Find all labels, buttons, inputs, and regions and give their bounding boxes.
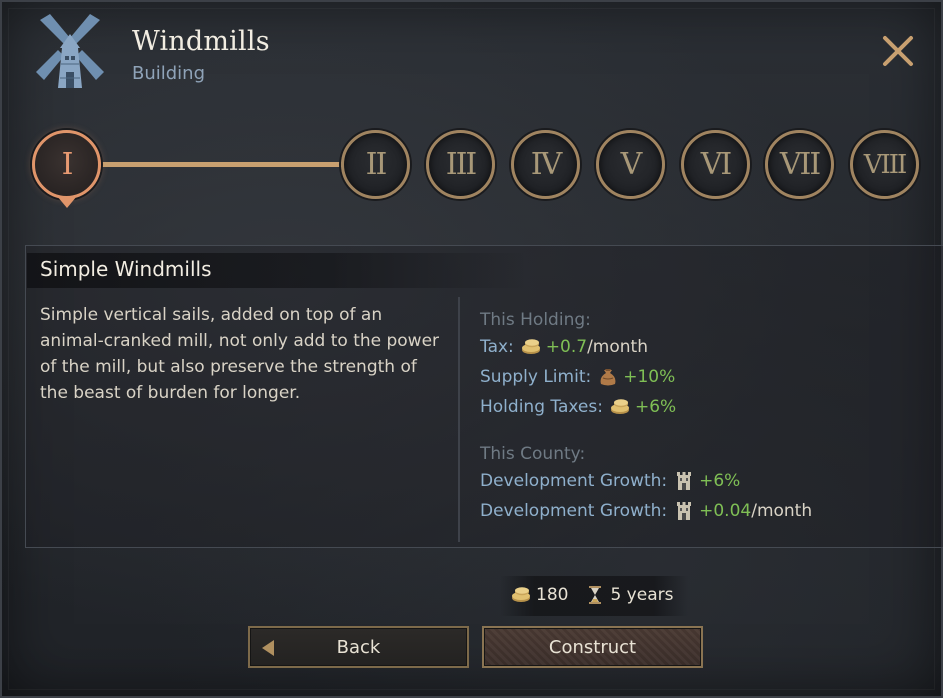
level-node-1[interactable]: I	[32, 130, 101, 199]
effect-label: Development Growth:	[480, 501, 668, 521]
level-name: Simple Windmills	[40, 257, 212, 281]
effect-label: Development Growth:	[480, 471, 668, 491]
info-divider	[458, 297, 460, 542]
effects-list: This Holding: Tax: +0.7 /month Supply Li…	[480, 308, 812, 526]
effect-label: Tax:	[480, 337, 514, 357]
gold-cost: 180	[536, 585, 569, 605]
effect-line: Tax: +0.7 /month	[480, 332, 812, 362]
level-node-4[interactable]: IV	[511, 130, 580, 199]
back-button[interactable]: Back	[248, 626, 469, 668]
effect-line: Development Growth: +6%	[480, 466, 812, 496]
effect-line: Holding Taxes: +6%	[480, 392, 812, 422]
supply-sack-icon	[597, 367, 619, 387]
building-subtitle: Building	[132, 63, 206, 84]
effect-value: +0.04	[699, 501, 752, 521]
hourglass-icon	[584, 585, 606, 605]
windmill-icon	[34, 12, 106, 90]
gold-coins-icon	[609, 397, 631, 417]
effect-value: +6%	[634, 397, 677, 417]
construction-cost: 180 5 years	[510, 585, 673, 605]
level-node-7[interactable]: VII	[765, 130, 834, 199]
effect-line: Development Growth: +0.04 /month	[480, 496, 812, 526]
gold-coins-icon	[520, 337, 542, 357]
level-node-2[interactable]: II	[341, 130, 410, 199]
construct-button-label: Construct	[548, 636, 637, 658]
effect-value: +6%	[699, 471, 741, 491]
gold-coins-icon	[510, 585, 532, 605]
development-tower-icon	[673, 471, 695, 491]
level-node-5[interactable]: V	[596, 130, 665, 199]
effect-label: Supply Limit:	[480, 367, 592, 387]
county-effects-title: This County:	[480, 444, 586, 464]
effect-unit: /month	[587, 337, 648, 357]
holding-effects-title: This Holding:	[480, 310, 591, 330]
effect-label: Holding Taxes:	[480, 397, 603, 417]
effect-line: Supply Limit: +10%	[480, 362, 812, 392]
effect-value: +0.7	[545, 337, 588, 357]
construction-time: 5 years	[610, 585, 674, 605]
effect-unit: /month	[751, 501, 813, 521]
level-node-3[interactable]: III	[426, 130, 495, 199]
back-arrow-icon	[262, 640, 274, 656]
level-node-8[interactable]: VIII	[850, 130, 919, 199]
development-tower-icon	[673, 501, 695, 521]
construct-button[interactable]: Construct	[482, 626, 703, 668]
level-description: Simple vertical sails, added on top of a…	[40, 305, 440, 403]
close-icon	[883, 36, 913, 66]
level-node-6[interactable]: VI	[681, 130, 750, 199]
close-button[interactable]	[880, 33, 916, 69]
back-button-label: Back	[336, 636, 381, 658]
active-level-pointer	[57, 196, 77, 208]
effect-value: +10%	[623, 367, 676, 387]
level-track-progress	[100, 162, 345, 167]
building-title: Windmills	[132, 26, 270, 57]
